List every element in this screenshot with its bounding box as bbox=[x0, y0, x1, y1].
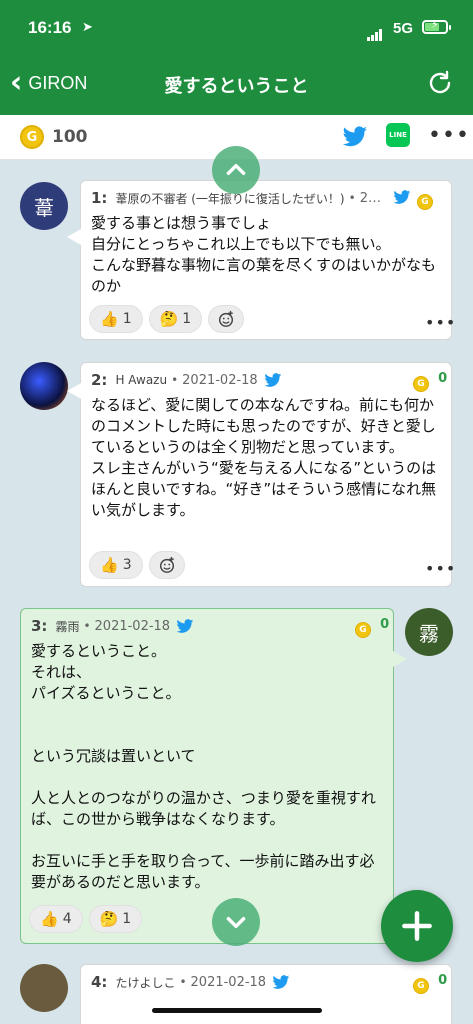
thumbs-up-icon: 👍 bbox=[100, 310, 119, 328]
twitter-icon[interactable] bbox=[272, 974, 290, 990]
separator-dot: • bbox=[179, 975, 187, 989]
post-author[interactable]: 霧雨 bbox=[55, 618, 79, 635]
reaction-count: 1 bbox=[182, 311, 192, 327]
thumbs-up-icon: 👍 bbox=[100, 556, 119, 574]
post-date: 2021-02-18 bbox=[94, 618, 171, 634]
post-number: 3: bbox=[31, 617, 48, 635]
thinking-face-icon: 🤔 bbox=[99, 910, 119, 928]
reaction-bar: 👍 1 🤔 1 bbox=[89, 305, 245, 333]
location-arrow-icon: ➤ bbox=[82, 20, 93, 35]
post-date: 2021-02-18 bbox=[182, 372, 258, 388]
post-number: 4: bbox=[91, 973, 108, 991]
coin-icon: G bbox=[417, 194, 433, 210]
post-body: 愛するということ。 それは、 パイズるということ。 という冗談は置いといて 人と… bbox=[31, 642, 376, 891]
coin-icon: G bbox=[413, 978, 429, 994]
separator-dot: • bbox=[348, 191, 356, 205]
post-author[interactable]: H Awazu bbox=[115, 373, 167, 387]
post-coin-count: 0 bbox=[380, 617, 390, 632]
twitter-icon[interactable] bbox=[342, 125, 368, 149]
bubble-tail bbox=[393, 651, 407, 667]
add-reaction-icon bbox=[219, 310, 234, 327]
reaction-thumbs-up[interactable]: 👍 3 bbox=[89, 551, 143, 579]
chevron-left-icon: ‹ bbox=[10, 65, 23, 100]
post-header: 2: H Awazu • 2021-02-18 bbox=[91, 371, 391, 389]
bubble-tail bbox=[67, 229, 81, 245]
reaction-count: 1 bbox=[122, 311, 132, 327]
back-button[interactable]: ‹ GIRON bbox=[10, 66, 87, 100]
reaction-thinking[interactable]: 🤔 1 bbox=[148, 305, 203, 333]
post-date: 2021-02-18 bbox=[190, 974, 267, 990]
post-coin: G 0 bbox=[413, 973, 447, 994]
reaction-thinking[interactable]: 🤔 1 bbox=[88, 905, 143, 933]
post-number: 1: bbox=[91, 189, 108, 207]
post-coin: G 0 bbox=[413, 371, 447, 392]
new-post-button[interactable] bbox=[381, 890, 453, 962]
post-card: 2: H Awazu • 2021-02-18 G 0 なるほど、愛に関しての本… bbox=[67, 362, 455, 587]
post-card: 1: 葦原の不審者 (一年振りに復活したぜい！) • 2… G 愛する事とは想う… bbox=[67, 180, 455, 340]
signal-icon bbox=[367, 22, 383, 41]
post-header: 4: たけよしこ • 2021-02-18 bbox=[91, 973, 391, 991]
post-more-button[interactable]: ••• bbox=[425, 559, 456, 578]
reaction-count: 4 bbox=[62, 911, 72, 927]
post-body: なるほど、愛に関しての本なんですね。前にも何かのコメントした時にも思ったのですが… bbox=[91, 396, 437, 519]
avatar[interactable] bbox=[20, 964, 68, 1012]
scroll-down-button[interactable] bbox=[212, 898, 260, 946]
avatar[interactable]: 霧 bbox=[405, 608, 453, 656]
reaction-bar: 👍 4 🤔 1 bbox=[29, 905, 143, 933]
coin-icon: G bbox=[20, 125, 44, 149]
plus-icon bbox=[402, 911, 432, 941]
thumbs-up-icon: 👍 bbox=[40, 910, 59, 928]
chevron-up-icon bbox=[226, 163, 246, 175]
reaction-count: 1 bbox=[122, 911, 132, 927]
add-reaction-icon bbox=[159, 556, 174, 573]
coin-count: 100 bbox=[52, 127, 88, 147]
battery-tip bbox=[449, 25, 451, 30]
post-coin-count: 0 bbox=[438, 371, 448, 386]
avatar[interactable] bbox=[20, 362, 68, 410]
reaction-bar: 👍 3 bbox=[89, 551, 185, 579]
post-coin: G 0 bbox=[355, 617, 389, 638]
post-card: 3: 霧雨 • 2021-02-18 G 0 愛するということ。 それは、 パイ… bbox=[20, 608, 407, 944]
chevron-down-icon bbox=[226, 917, 246, 929]
post-body: 愛する事とは想う事でしょ 自分にとっちゃこれ以上でも以下でも無い。 こんな野暮な… bbox=[91, 214, 437, 295]
app-header: 16:16 ➤ 5G ⚡ ‹ GIRON 愛するということ bbox=[0, 0, 473, 115]
back-label: GIRON bbox=[28, 72, 88, 93]
status-bar: 16:16 ➤ 5G ⚡ bbox=[0, 0, 473, 58]
status-time: 16:16 bbox=[28, 18, 72, 37]
twitter-icon[interactable] bbox=[264, 372, 282, 388]
bubble-tail bbox=[67, 383, 81, 399]
avatar-char: 霧 bbox=[419, 621, 439, 646]
post-coin-count: 0 bbox=[438, 973, 448, 988]
network-label: 5G bbox=[393, 20, 414, 37]
line-share-button[interactable]: LINE bbox=[386, 123, 410, 147]
post-author[interactable]: たけよしこ bbox=[115, 974, 175, 991]
post-header: 3: 霧雨 • 2021-02-18 bbox=[31, 617, 331, 635]
post-coin: G bbox=[417, 189, 437, 210]
twitter-icon[interactable] bbox=[176, 618, 194, 634]
avatar-char: 葦 bbox=[34, 195, 54, 220]
home-indicator[interactable] bbox=[152, 1008, 322, 1013]
thinking-face-icon: 🤔 bbox=[159, 310, 179, 328]
separator-dot: • bbox=[83, 619, 91, 633]
more-options-button[interactable]: ••• bbox=[428, 123, 470, 148]
coin-icon: G bbox=[355, 622, 371, 638]
post-card: 4: たけよしこ • 2021-02-18 G 0 bbox=[80, 964, 452, 1024]
reaction-thumbs-up[interactable]: 👍 4 bbox=[29, 905, 83, 933]
add-reaction-button[interactable] bbox=[148, 551, 185, 579]
reload-icon[interactable] bbox=[425, 68, 455, 98]
post-date: 2… bbox=[359, 190, 381, 206]
coin-icon: G bbox=[413, 376, 429, 392]
reaction-count: 3 bbox=[122, 557, 132, 573]
post-number: 2: bbox=[91, 371, 108, 389]
battery-icon: ⚡ bbox=[422, 18, 448, 34]
add-reaction-button[interactable] bbox=[208, 305, 245, 333]
separator-dot: • bbox=[171, 373, 179, 387]
scroll-up-button[interactable] bbox=[212, 146, 260, 194]
twitter-icon[interactable] bbox=[393, 190, 411, 205]
avatar[interactable]: 葦 bbox=[20, 182, 68, 230]
reaction-thumbs-up[interactable]: 👍 1 bbox=[89, 305, 143, 333]
post-more-button[interactable]: ••• bbox=[425, 313, 456, 332]
